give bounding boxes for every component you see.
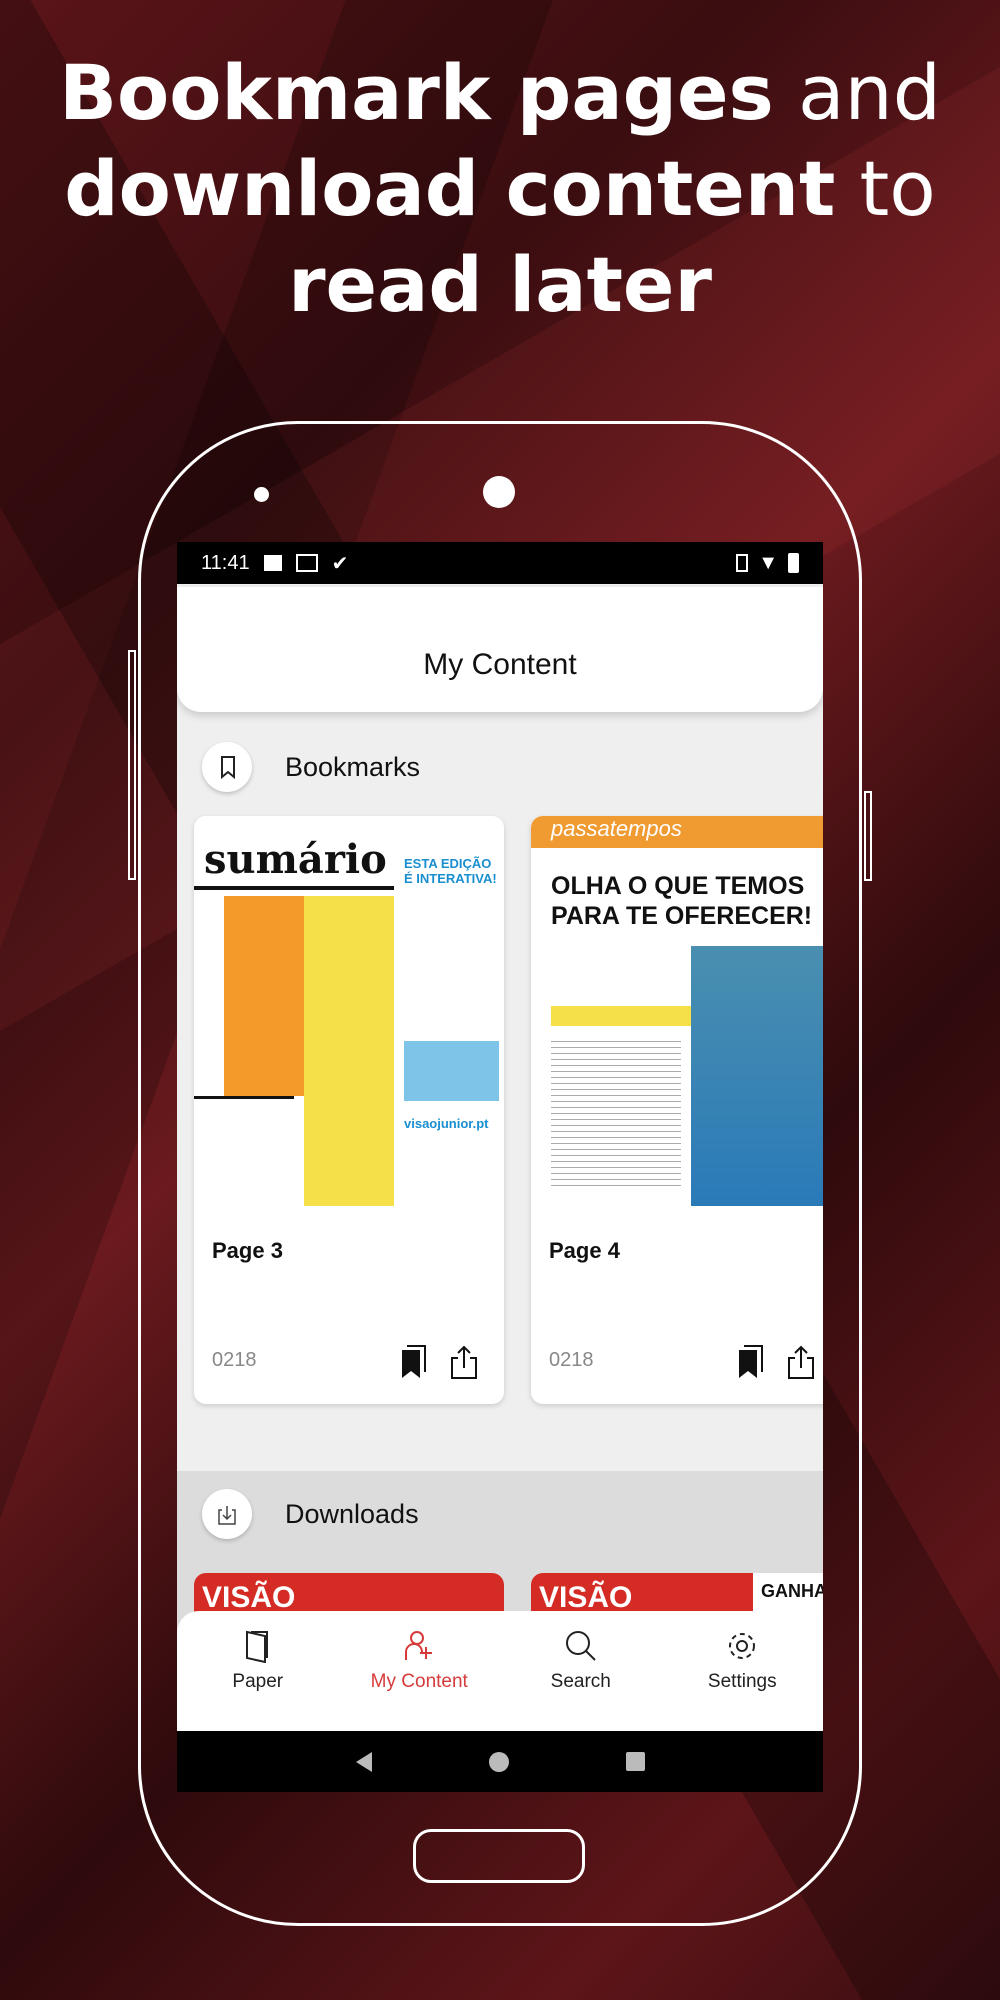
cover-heading: sumário	[204, 836, 387, 883]
camera-dot	[483, 476, 515, 508]
nav-label: Settings	[707, 1671, 777, 1692]
home-icon[interactable]	[488, 1751, 509, 1772]
nav-label: Paper	[232, 1671, 284, 1692]
battery-icon	[788, 553, 799, 573]
headline-bold: read later	[288, 240, 712, 329]
section-title: Downloads	[285, 1498, 419, 1529]
back-icon[interactable]	[355, 1751, 372, 1772]
gear-icon	[729, 1633, 756, 1659]
search-icon	[565, 1631, 596, 1661]
nav-label: My Content	[370, 1671, 468, 1692]
gmail-icon	[295, 554, 318, 572]
issue-number: 0218	[212, 1349, 257, 1371]
section-title: Bookmarks	[285, 751, 421, 782]
bookmark-card[interactable]: passatempos OLHA O QUE TEMOS PARA TE OFE…	[531, 816, 823, 1404]
bookmarks-icon	[202, 742, 252, 792]
share-icon[interactable]	[449, 1344, 479, 1380]
side-button	[128, 650, 136, 880]
paper-icon	[245, 1630, 268, 1663]
page-thumbnail: passatempos OLHA O QUE TEMOS PARA TE OFE…	[531, 816, 823, 1207]
wifi-icon: ▼	[758, 551, 778, 574]
share-icon[interactable]	[786, 1344, 816, 1380]
header: My Content	[177, 587, 823, 712]
bookmark-filled-icon[interactable]	[399, 1344, 429, 1380]
screen: 11:41 ✔ ▼ My Content Bookmarks sumário E…	[177, 542, 823, 1792]
image-icon	[263, 555, 282, 571]
cover-badge: ESTA EDIÇÃO É INTERATIVA!	[404, 856, 497, 886]
page-title: My Content	[423, 647, 577, 681]
download-icon	[202, 1489, 252, 1539]
recents-icon[interactable]	[625, 1752, 645, 1771]
bookmarks-section-header: Bookmarks	[177, 742, 823, 792]
status-time: 11:41	[201, 551, 250, 574]
cover-footer: visaojunior.pt	[404, 1116, 489, 1131]
status-bar: 11:41 ✔ ▼	[177, 542, 823, 584]
bookmark-card[interactable]: sumário ESTA EDIÇÃO É INTERATIVA! visaoj…	[194, 816, 504, 1404]
side-button	[864, 791, 872, 881]
vibrate-icon	[736, 554, 749, 572]
add-user-icon	[405, 1631, 433, 1660]
nav-label: Search	[550, 1671, 611, 1692]
headline-bold: download content	[64, 144, 836, 233]
card-title: Page 3	[212, 1238, 283, 1263]
headline: Bookmark pages and download content to r…	[0, 45, 1000, 333]
card-title: Page 4	[549, 1238, 620, 1263]
page-thumbnail: sumário ESTA EDIÇÃO É INTERATIVA! visaoj…	[194, 816, 504, 1207]
cover-headline: OLHA O QUE TEMOS PARA TE OFERECER!	[551, 872, 813, 930]
system-nav-bar	[177, 1731, 823, 1792]
sensor-dot	[254, 487, 269, 502]
cover-text: VISÃO	[202, 1581, 296, 1614]
issue-number: 0218	[549, 1349, 594, 1371]
check-icon: ✔	[331, 552, 349, 575]
cover-heading: passatempos	[531, 816, 823, 848]
cover-text: VISÃO	[539, 1581, 633, 1614]
headline-text: and	[773, 48, 941, 137]
headline-bold: Bookmark pages	[59, 48, 774, 137]
downloads-section-header: Downloads	[177, 1489, 823, 1539]
nav-paper[interactable]: Paper	[177, 1611, 339, 1731]
headline-text: to	[835, 144, 936, 233]
bottom-nav: Paper My Content Search Settings	[177, 1611, 823, 1731]
home-button	[413, 1829, 585, 1883]
nav-my-content[interactable]: My Content	[339, 1611, 501, 1731]
nav-search[interactable]: Search	[500, 1611, 662, 1731]
nav-settings[interactable]: Settings	[662, 1611, 824, 1731]
bookmark-filled-icon[interactable]	[736, 1344, 766, 1380]
